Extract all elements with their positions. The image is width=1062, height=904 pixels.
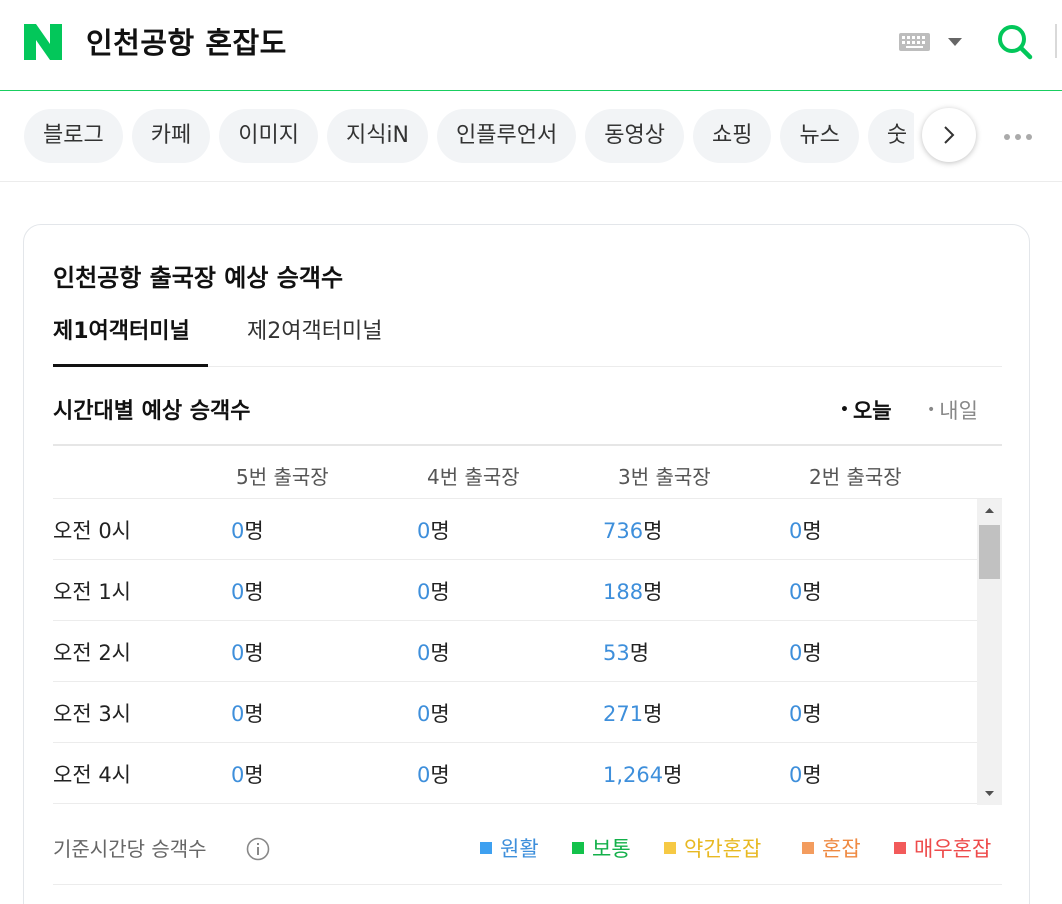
day-tomorrow-label: 내일	[939, 399, 978, 423]
tab-truncated[interactable]: 숫	[867, 109, 914, 163]
value-cell: 0명	[231, 763, 264, 787]
legend-swatch	[664, 842, 676, 854]
value-cell: 0명	[231, 519, 264, 543]
tab-list: 블로그 카페 이미지 지식iN 인플루언서 동영상 쇼핑 뉴스 숫	[24, 109, 914, 163]
legend-item-normal: 보통	[572, 833, 631, 863]
legend-row: 기준시간당 승객수 원활 보통 약간혼잡 혼잡 매우혼잡	[53, 829, 1002, 885]
tab-influencer[interactable]: 인플루언서	[437, 109, 577, 163]
time-cell: 오전 2시	[53, 641, 131, 665]
tab-cafe[interactable]: 카페	[131, 109, 211, 163]
scroll-down-button[interactable]	[977, 781, 1002, 805]
value-cell: 0명	[417, 702, 450, 726]
keyboard-icon[interactable]	[899, 33, 930, 51]
table-body[interactable]: 오전 0시 0명 0명 736명 0명 오전 1시 0명 0명 188명 0명 …	[53, 499, 1002, 805]
tab-scroll-next-button[interactable]	[922, 108, 976, 162]
table-row: 오전 3시 0명 0명 271명 0명	[53, 682, 977, 743]
column-header: 5번 출국장	[236, 465, 329, 489]
tab-terminal-2[interactable]: 제2여객터미널	[247, 313, 382, 367]
triangle-down-icon	[985, 791, 994, 796]
tab-kin[interactable]: 지식iN	[326, 109, 429, 163]
bullet-icon: •	[927, 402, 936, 418]
tab-terminal-1[interactable]: 제1여객터미널	[53, 313, 208, 367]
search-header: 인천공항 혼잡도	[0, 0, 1062, 91]
tab-image[interactable]: 이미지	[219, 109, 318, 163]
value-cell: 0명	[417, 763, 450, 787]
table-row: 오전 0시 0명 0명 736명 0명	[53, 499, 977, 560]
value-cell: 0명	[789, 519, 822, 543]
value-cell: 0명	[417, 519, 450, 543]
legend-item-very-busy: 매우혼잡	[894, 833, 991, 863]
table-row: 오전 1시 0명 0명 188명 0명	[53, 560, 977, 621]
legend-item-smooth: 원활	[480, 833, 539, 863]
more-dots-icon[interactable]	[1002, 132, 1034, 142]
value-cell: 0명	[231, 580, 264, 604]
time-cell: 오전 1시	[53, 580, 131, 604]
value-cell: 0명	[231, 702, 264, 726]
legend-swatch	[894, 842, 906, 854]
value-cell: 0명	[789, 763, 822, 787]
tab-shopping[interactable]: 쇼핑	[692, 109, 772, 163]
value-cell: 0명	[789, 702, 822, 726]
search-query-text[interactable]: 인천공항 혼잡도	[86, 20, 287, 62]
departure-forecast-card: 인천공항 출국장 예상 승객수 제1여객터미널 제2여객터미널 시간대별 예상 …	[23, 224, 1030, 904]
value-cell: 53명	[603, 641, 650, 665]
scroll-up-button[interactable]	[977, 499, 1002, 523]
legend-item-slightly-busy: 약간혼잡	[664, 833, 761, 863]
value-cell: 271명	[603, 702, 663, 726]
chevron-down-icon[interactable]	[948, 38, 962, 46]
value-cell: 736명	[603, 519, 663, 543]
tab-blog[interactable]: 블로그	[24, 109, 123, 163]
scroll-thumb[interactable]	[979, 525, 1000, 579]
tab-video[interactable]: 동영상	[585, 109, 684, 163]
terminal-tabs: 제1여객터미널 제2여객터미널	[53, 313, 1002, 367]
day-today-label: 오늘	[852, 399, 892, 423]
column-header: 3번 출국장	[618, 465, 711, 489]
day-toggle-tomorrow[interactable]: • 내일	[927, 395, 978, 425]
card-title: 인천공항 출국장 예상 승객수	[53, 264, 344, 292]
value-cell: 0명	[789, 641, 822, 665]
chevron-right-icon	[944, 126, 955, 144]
info-icon[interactable]	[246, 837, 270, 861]
table-scrollbar[interactable]	[977, 499, 1002, 805]
time-cell: 오전 0시	[53, 519, 131, 543]
search-tab-bar: 블로그 카페 이미지 지식iN 인플루언서 동영상 쇼핑 뉴스 숫	[0, 92, 1062, 182]
triangle-up-icon	[985, 508, 994, 513]
legend-item-busy: 혼잡	[802, 833, 861, 863]
table-header: 5번 출국장 4번 출국장 3번 출국장 2번 출국장	[53, 444, 1002, 499]
naver-logo-icon[interactable]	[24, 24, 62, 60]
section-title: 시간대별 예상 승객수	[53, 399, 251, 424]
value-cell: 188명	[603, 580, 663, 604]
time-cell: 오전 4시	[53, 763, 131, 787]
value-cell: 0명	[789, 580, 822, 604]
table-row: 오전 2시 0명 0명 53명 0명	[53, 621, 977, 682]
column-header: 4번 출국장	[427, 465, 520, 489]
table-row: 오전 4시 0명 0명 1,264명 0명	[53, 743, 977, 804]
header-divider	[1055, 24, 1057, 58]
value-cell: 0명	[417, 580, 450, 604]
bullet-icon: •	[840, 402, 849, 418]
day-toggle-today[interactable]: • 오늘	[840, 395, 892, 425]
value-cell: 1,264명	[603, 763, 683, 787]
time-cell: 오전 3시	[53, 702, 131, 726]
value-cell: 0명	[231, 641, 264, 665]
legend-swatch	[480, 842, 492, 854]
column-header: 2번 출국장	[809, 465, 902, 489]
legend-swatch	[572, 842, 584, 854]
search-icon[interactable]	[997, 24, 1033, 60]
value-cell: 0명	[417, 641, 450, 665]
basis-label: 기준시간당 승객수	[53, 837, 207, 861]
tab-news[interactable]: 뉴스	[780, 109, 859, 163]
legend-swatch	[802, 842, 814, 854]
